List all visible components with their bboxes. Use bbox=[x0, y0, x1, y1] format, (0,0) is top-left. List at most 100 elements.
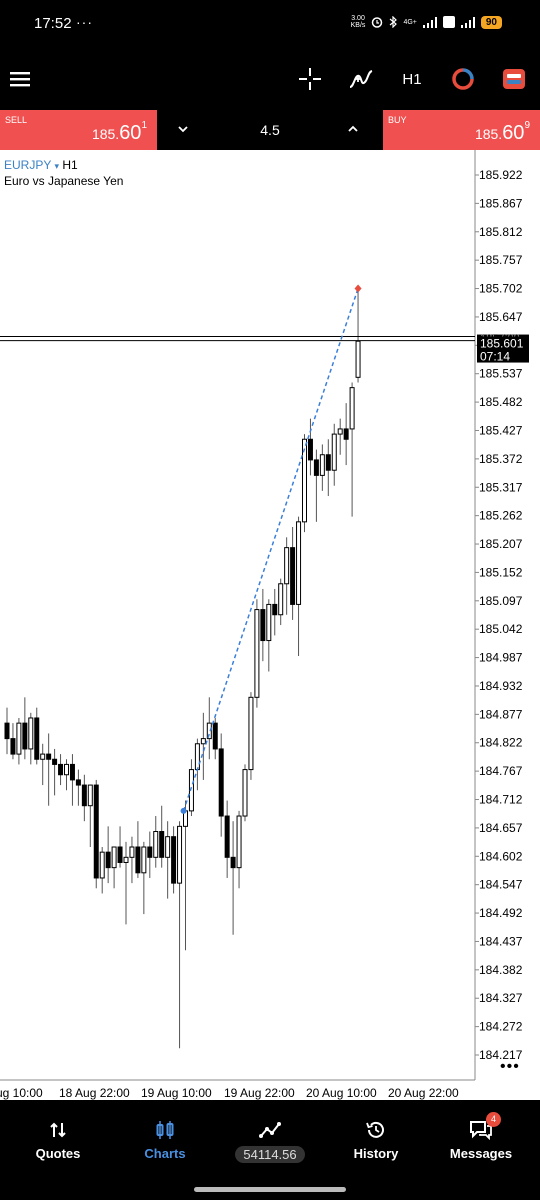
candle-body bbox=[16, 722, 22, 755]
candle-body bbox=[129, 846, 135, 858]
candle-body bbox=[87, 784, 93, 807]
candle-body bbox=[135, 846, 141, 874]
price-tick-label: 184.382 bbox=[479, 963, 523, 977]
price-tick-label: 185.812 bbox=[479, 225, 523, 239]
candle-body bbox=[10, 738, 16, 755]
chart-timeframe: H1 bbox=[62, 158, 78, 172]
hamburger-menu-icon[interactable] bbox=[10, 66, 30, 92]
trend-line[interactable] bbox=[182, 288, 359, 812]
price-tick-label: 185.922 bbox=[479, 168, 523, 182]
network-speed: 3.00 KB/s bbox=[350, 15, 366, 29]
battery-level: 90 bbox=[480, 15, 502, 29]
volte-icon bbox=[442, 16, 455, 28]
candle-body bbox=[200, 738, 206, 745]
quotes-arrows-icon bbox=[49, 1118, 67, 1142]
sell-button[interactable]: SELL 185.601 bbox=[0, 110, 157, 150]
nav-charts[interactable]: Charts bbox=[125, 1100, 205, 1172]
candle-body bbox=[278, 583, 284, 616]
bottom-navigation: Quotes Charts 54114.56 History 4 Message… bbox=[0, 1100, 540, 1200]
chart-symbol[interactable]: EURJPY bbox=[4, 158, 51, 172]
price-tick-label: 185.537 bbox=[479, 367, 523, 381]
price-tick-label: 184.272 bbox=[479, 1020, 523, 1034]
price-tick-label: 185.097 bbox=[479, 594, 523, 608]
candle-body bbox=[325, 454, 331, 471]
buy-price: 185.609 bbox=[475, 120, 530, 145]
status-notifications: ··· bbox=[76, 14, 93, 30]
current-price-label: 185.601 bbox=[480, 337, 524, 351]
messages-badge: 4 bbox=[486, 1112, 501, 1127]
candle-body bbox=[242, 769, 248, 817]
price-chart[interactable]: 185.922 185.867 185.812 185.757 185.702 185.6… bbox=[0, 150, 540, 1100]
price-tick-label: 184.327 bbox=[479, 991, 523, 1005]
candle-body bbox=[355, 340, 361, 378]
candle-body bbox=[284, 547, 290, 585]
chart-canvas[interactable]: 185.922 185.867 185.812 185.757 185.702 185.6… bbox=[0, 150, 540, 1100]
price-tick-label: 185.702 bbox=[479, 282, 523, 296]
time-tick-label: 19 Aug 10:00 bbox=[141, 1086, 212, 1100]
candle-body bbox=[64, 763, 69, 776]
nav-quotes[interactable]: Quotes bbox=[18, 1100, 98, 1172]
one-click-trading-bar: SELL 185.601 4.5 BUY 185.609 bbox=[0, 110, 540, 150]
bar-timer-label: 07:14 bbox=[480, 350, 510, 364]
candle-body bbox=[40, 753, 46, 760]
candle-body bbox=[147, 846, 153, 858]
price-tick-label: 185.152 bbox=[479, 565, 523, 579]
candle-body bbox=[266, 603, 272, 642]
price-tick-label: 185.867 bbox=[479, 196, 523, 210]
crosshair-icon[interactable] bbox=[299, 66, 321, 92]
price-tick-label: 185.647 bbox=[479, 310, 523, 324]
timeframe-button[interactable]: H1 bbox=[400, 66, 424, 92]
candle-body bbox=[105, 851, 111, 869]
nav-charts-label: Charts bbox=[144, 1146, 186, 1161]
volume-control: 4.5 bbox=[157, 110, 383, 150]
home-indicator bbox=[194, 1187, 346, 1192]
candle-body bbox=[28, 717, 34, 750]
trade-icon[interactable] bbox=[502, 66, 526, 92]
price-tick-label: 185.317 bbox=[479, 480, 523, 494]
symbol-dropdown-icon[interactable]: ▾ bbox=[54, 161, 59, 171]
trade-line-icon bbox=[259, 1118, 281, 1142]
chevron-up-icon bbox=[348, 125, 358, 132]
indicators-icon[interactable] bbox=[349, 66, 373, 92]
buy-label: BUY bbox=[388, 115, 407, 125]
price-tick-label: 184.822 bbox=[479, 736, 523, 750]
price-tick-label: 185.372 bbox=[479, 452, 523, 466]
trend-line-start-point[interactable] bbox=[180, 807, 187, 814]
candle-body bbox=[349, 387, 355, 430]
volume-increase-button[interactable] bbox=[347, 122, 359, 140]
nav-history[interactable]: History bbox=[336, 1100, 416, 1172]
candle-body bbox=[46, 753, 52, 760]
price-tick-label: 184.932 bbox=[479, 679, 523, 693]
candle-body bbox=[81, 784, 87, 807]
candle-body bbox=[34, 717, 40, 760]
candle-body bbox=[171, 836, 177, 884]
buy-price-sup: 9 bbox=[524, 120, 530, 131]
buy-button[interactable]: BUY 185.609 bbox=[383, 110, 540, 150]
price-tick-label: 184.987 bbox=[479, 651, 523, 665]
status-bar: 17:52 ··· 3.00 KB/s 4G+ 90 bbox=[0, 0, 540, 48]
candle-body bbox=[4, 722, 10, 740]
candle-body bbox=[230, 856, 236, 869]
candlestick-chart-icon bbox=[156, 1118, 174, 1142]
nav-trade[interactable]: 54114.56 bbox=[225, 1100, 315, 1172]
trend-line-end-point[interactable] bbox=[354, 284, 362, 293]
candle-body bbox=[224, 815, 230, 858]
candle-body bbox=[165, 836, 171, 858]
candle-body bbox=[290, 547, 296, 605]
candle-body bbox=[218, 748, 224, 817]
candle-body bbox=[313, 459, 319, 476]
price-tick-label: 184.547 bbox=[479, 878, 523, 892]
time-tick-label: 19 Aug 22:00 bbox=[224, 1086, 295, 1100]
nav-messages[interactable]: 4 Messages bbox=[441, 1100, 521, 1172]
candle-body bbox=[319, 454, 325, 476]
more-options-icon[interactable]: ••• bbox=[500, 1058, 520, 1076]
messages-icon: 4 bbox=[469, 1112, 501, 1142]
objects-icon[interactable] bbox=[451, 66, 475, 92]
candle-body bbox=[75, 779, 81, 786]
status-time: 17:52 bbox=[34, 15, 72, 32]
price-tick-label: 185.427 bbox=[479, 423, 523, 437]
price-tick-label: 184.657 bbox=[479, 821, 523, 835]
candle-body bbox=[272, 603, 278, 616]
candle-body bbox=[343, 428, 349, 440]
candle-body bbox=[194, 743, 200, 771]
